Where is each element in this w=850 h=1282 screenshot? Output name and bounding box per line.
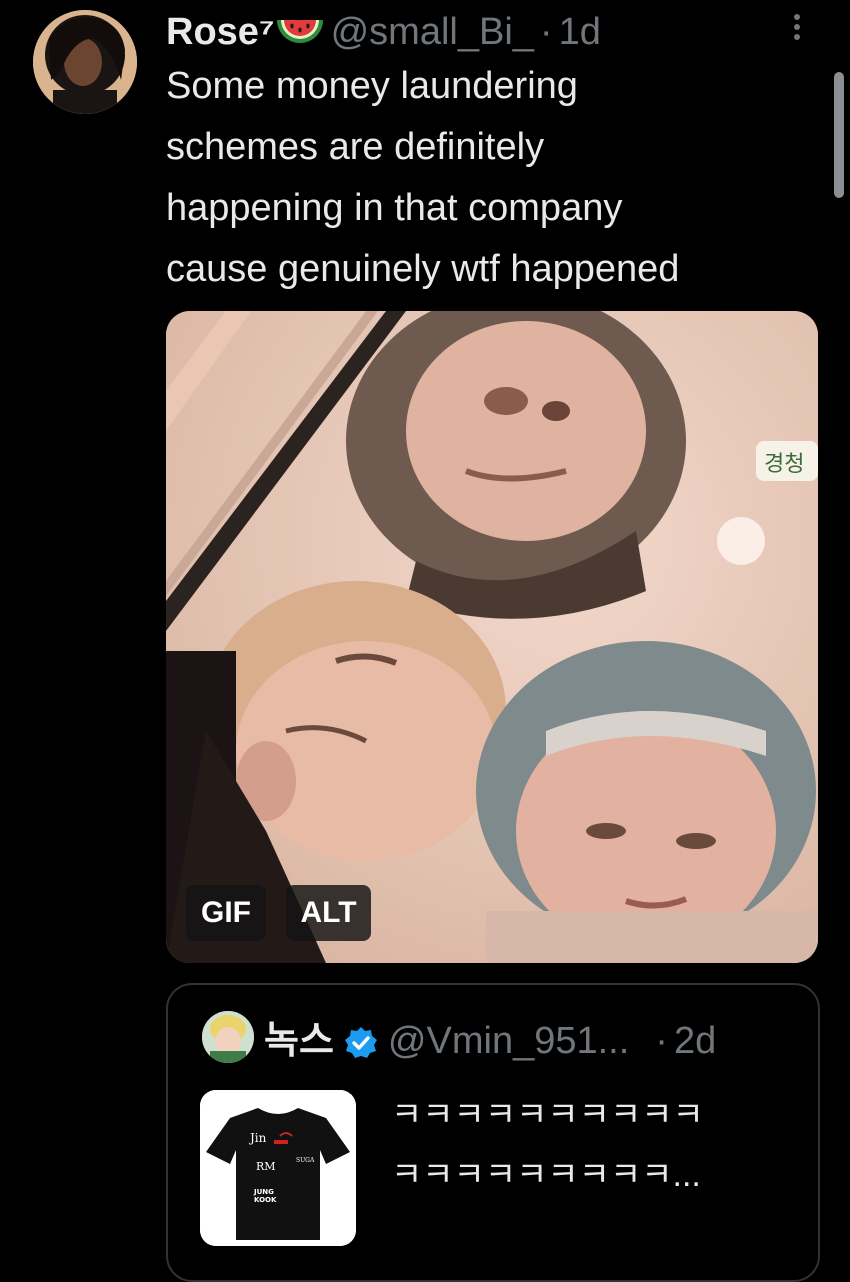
svg-text:경청: 경청 — [764, 452, 804, 477]
more-options-button[interactable] — [782, 10, 812, 50]
tweet-text-line: Some money laundering — [166, 65, 578, 107]
caption-fragment: 경청 — [756, 441, 818, 481]
tweet-text: Some money laundering schemes are defini… — [166, 56, 826, 300]
tshirt-image: Jin RM JUNG KOOK SUGA — [200, 1090, 356, 1246]
tweet-media-gif[interactable]: 경청 GIF ALT — [166, 311, 818, 963]
more-dot-icon — [794, 34, 800, 40]
tweet-header: Rose⁷ @small_Bi_ · 1d — [166, 8, 601, 56]
scrollbar-thumb[interactable] — [834, 72, 844, 198]
quoted-author-handle[interactable]: @Vmin_951... — [388, 1017, 629, 1065]
verified-badge-icon — [344, 1024, 378, 1058]
more-dot-icon — [794, 24, 800, 30]
author-name[interactable]: Rose⁷ — [166, 8, 275, 56]
quoted-author-name[interactable]: 녹스 — [264, 1017, 334, 1065]
tweet-text-line: happening in that company — [166, 187, 623, 229]
tweet-text-line: cause genuinely wtf happened — [166, 248, 680, 290]
tweet-text-line: schemes are definitely — [166, 126, 545, 168]
alt-text-badge[interactable]: ALT — [286, 885, 371, 941]
svg-text:Jin: Jin — [248, 1131, 267, 1145]
svg-text:JUNG: JUNG — [253, 1188, 274, 1196]
author-avatar[interactable] — [33, 10, 137, 114]
quoted-tweet-text: ㅋㅋㅋㅋㅋㅋㅋㅋㅋㅋ ㅋㅋㅋㅋㅋㅋㅋㅋㅋ... — [391, 1085, 791, 1205]
gif-badge[interactable]: GIF — [186, 885, 266, 941]
svg-text:KOOK: KOOK — [254, 1196, 277, 1204]
more-dot-icon — [794, 14, 800, 20]
quoted-tweet-card[interactable]: 녹스 @Vmin_951... · 2d Jin RM JUNG KOOK SU… — [166, 983, 820, 1282]
watermelon-icon — [275, 14, 325, 50]
quoted-tweet-timestamp[interactable]: 2d — [674, 1017, 716, 1065]
header-separator: · — [539, 11, 553, 53]
quoted-text-line: ㅋㅋㅋㅋㅋㅋㅋㅋㅋㅋ — [391, 1096, 704, 1134]
quoted-tweet-header: 녹스 @Vmin_951... · 2d — [264, 1017, 716, 1065]
svg-text:RM: RM — [256, 1160, 276, 1173]
quoted-text-line: ㅋㅋㅋㅋㅋㅋㅋㅋㅋ... — [391, 1156, 701, 1194]
gif-frame-image: 경청 — [166, 311, 818, 963]
quoted-header-separator: · — [655, 1020, 668, 1062]
quoted-media-thumbnail[interactable]: Jin RM JUNG KOOK SUGA — [200, 1090, 356, 1246]
tweet-timestamp[interactable]: 1d — [559, 8, 601, 56]
quoted-author-avatar[interactable] — [202, 1011, 254, 1063]
svg-text:SUGA: SUGA — [296, 1157, 315, 1164]
author-handle[interactable]: @small_Bi_ — [331, 8, 534, 56]
